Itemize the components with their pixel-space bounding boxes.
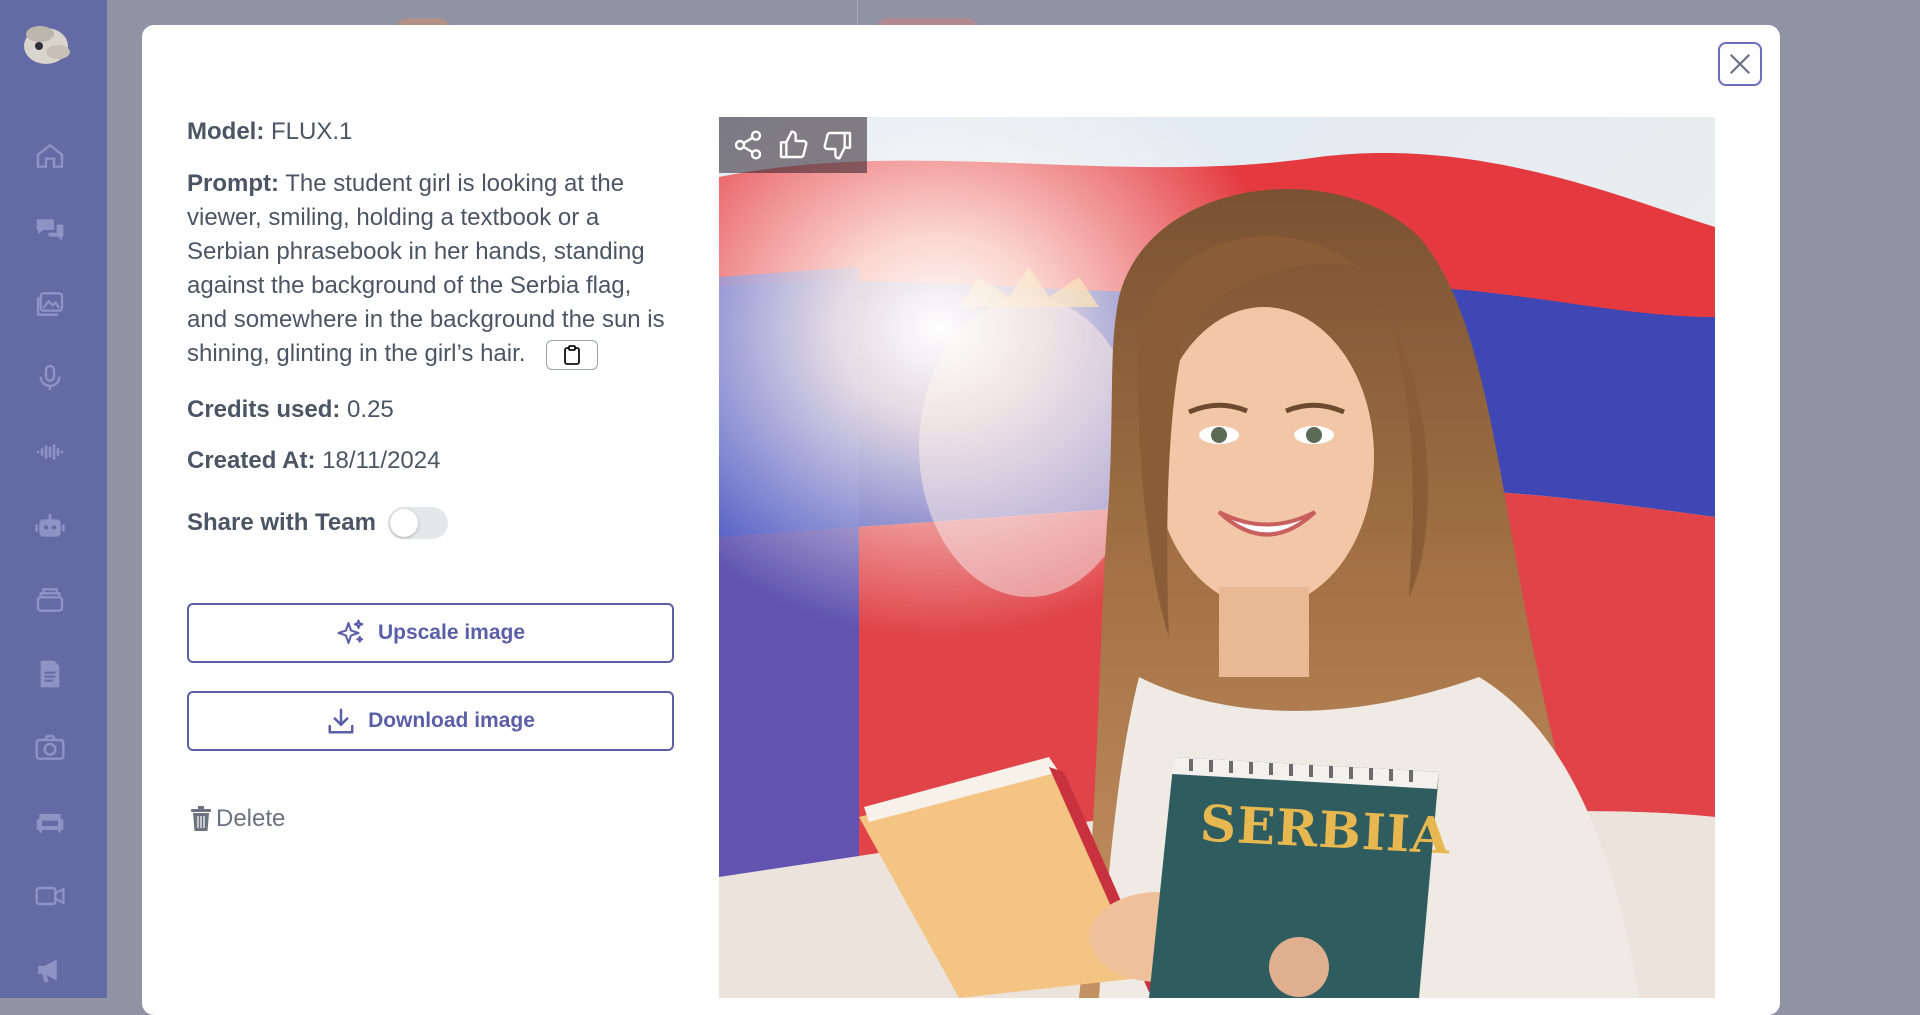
prompt-text: The student girl is looking at the viewe…	[187, 170, 665, 367]
share-row: Share with Team	[187, 506, 448, 540]
credits-value: 0.25	[347, 396, 394, 423]
created-value: 18/11/2024	[322, 447, 441, 474]
sidebar-item-video[interactable]	[28, 874, 72, 918]
credits-row: Credits used: 0.25	[187, 393, 394, 427]
camera-icon	[35, 734, 65, 760]
sofa-icon	[36, 814, 64, 833]
chat-bubbles-icon	[36, 219, 64, 241]
model-label: Model:	[187, 118, 265, 145]
model-value: FLUX.1	[271, 118, 353, 145]
share-icon	[734, 130, 761, 160]
microphone-icon	[39, 364, 61, 390]
home-icon	[36, 143, 64, 168]
delete-button[interactable]: Delete	[190, 805, 285, 833]
created-label: Created At:	[187, 447, 316, 474]
created-row: Created At: 18/11/2024	[187, 444, 440, 478]
prompt-row: Prompt: The student girl is looking at t…	[187, 167, 677, 371]
sidebar-item-announcements[interactable]	[28, 948, 72, 992]
clipboard-icon	[564, 344, 581, 365]
sidebar	[0, 0, 107, 998]
sound-wave-icon	[36, 444, 64, 460]
sidebar-item-chat[interactable]	[28, 208, 72, 252]
layers-icon	[36, 588, 64, 612]
app-logo[interactable]	[22, 22, 74, 66]
sidebar-item-home[interactable]	[28, 134, 72, 178]
close-icon	[1730, 54, 1750, 74]
robot-icon	[35, 514, 65, 537]
sidebar-item-microphone[interactable]	[28, 356, 72, 400]
dislike-button[interactable]	[820, 127, 856, 163]
copy-prompt-button[interactable]	[546, 339, 599, 370]
generated-image	[719, 117, 1715, 998]
image-toolbar	[719, 117, 867, 173]
background-divider	[857, 0, 858, 26]
sidebar-item-images[interactable]	[28, 282, 72, 326]
download-icon	[328, 708, 354, 734]
sidebar-item-document[interactable]	[28, 652, 72, 696]
share-label: Share with Team	[187, 509, 376, 536]
thumbs-up-icon	[779, 130, 808, 159]
upscale-image-button[interactable]: Upscale image	[187, 603, 674, 663]
share-image-button[interactable]	[730, 127, 766, 163]
sidebar-item-stack[interactable]	[28, 578, 72, 622]
close-button[interactable]	[1718, 42, 1762, 86]
download-image-button[interactable]: Download image	[187, 691, 674, 751]
model-row: Model: FLUX.1	[187, 115, 352, 149]
document-icon	[40, 660, 60, 688]
sidebar-item-camera[interactable]	[28, 726, 72, 770]
thumbs-down-icon	[823, 131, 852, 160]
share-with-team-toggle[interactable]	[387, 507, 448, 539]
like-button[interactable]	[775, 127, 811, 163]
sidebar-item-bot[interactable]	[28, 504, 72, 548]
sparkles-icon	[337, 619, 364, 644]
delete-label: Delete	[216, 805, 286, 832]
sidebar-item-audio[interactable]	[28, 430, 72, 474]
toggle-knob	[389, 509, 418, 537]
trash-icon	[191, 806, 211, 831]
image-gallery-icon	[36, 292, 64, 316]
megaphone-icon	[38, 959, 57, 982]
credits-label: Credits used:	[187, 396, 341, 423]
upscale-label: Upscale image	[377, 621, 526, 644]
sidebar-item-sofa[interactable]	[28, 800, 72, 844]
video-camera-icon	[35, 886, 65, 906]
prompt-label: Prompt:	[187, 170, 279, 197]
download-label: Download image	[368, 709, 535, 732]
